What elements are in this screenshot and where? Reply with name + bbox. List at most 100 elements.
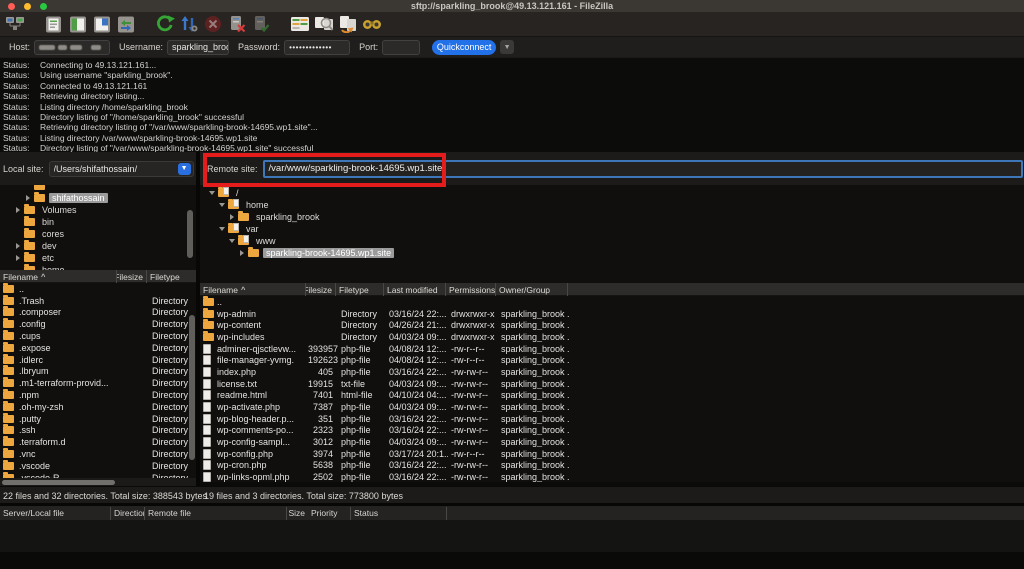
chevron-down-icon[interactable] — [207, 189, 216, 198]
scrollbar-thumb[interactable] — [2, 480, 115, 485]
chevron-right-icon[interactable] — [13, 206, 22, 215]
process-queue-icon[interactable] — [177, 14, 201, 34]
chevron-down-icon[interactable] — [227, 237, 236, 246]
file-last-modified: 03/17/24 20:1... — [386, 449, 448, 459]
file-row[interactable]: .sshDirectory — [0, 425, 196, 437]
chevron-right-icon[interactable] — [23, 194, 32, 203]
username-input[interactable]: sparkling_brook — [167, 40, 229, 55]
folder-icon — [3, 297, 14, 305]
column-header-filetype[interactable]: Filetype — [335, 283, 383, 296]
file-row[interactable]: wp-cron.php5638php-file03/16/24 22:...-r… — [200, 460, 1024, 472]
remote-site-label: Remote site: — [207, 164, 258, 174]
column-header-permissions[interactable]: Permissions — [445, 283, 495, 296]
folder-icon — [238, 213, 249, 221]
folder-icon — [3, 356, 14, 364]
tree-item[interactable]: dev — [0, 240, 196, 252]
file-row[interactable]: .terraform.dDirectory — [0, 436, 196, 448]
file-row[interactable]: wp-adminDirectory03/16/24 22:...drwxrwxr… — [200, 308, 1024, 320]
file-row[interactable]: wp-activate.php7387php-file04/03/24 09:.… — [200, 401, 1024, 413]
tree-item[interactable]: sparkling_brook — [200, 211, 1024, 223]
transfer-queue-toggle-icon[interactable] — [114, 14, 138, 34]
file-row[interactable]: .npmDirectory — [0, 389, 196, 401]
local-list-horizontal-scrollbar[interactable] — [0, 478, 196, 486]
host-redacted-value — [39, 45, 55, 50]
tree-item[interactable]: etc — [0, 252, 196, 264]
password-input[interactable]: ••••••••••••• — [284, 40, 350, 55]
file-row[interactable]: .idlercDirectory — [0, 354, 196, 366]
file-row[interactable]: wp-comments-po...2323php-file03/16/24 22… — [200, 425, 1024, 437]
tree-item[interactable]: www — [200, 235, 1024, 247]
file-row[interactable]: .lbryumDirectory — [0, 366, 196, 378]
tree-item[interactable]: cores — [0, 228, 196, 240]
local-tree-toggle-icon[interactable] — [66, 14, 90, 34]
file-row[interactable]: .TrashDirectory — [0, 295, 196, 307]
refresh-icon[interactable] — [153, 14, 177, 34]
column-header-filetype[interactable]: Filetype — [146, 270, 196, 283]
file-row[interactable]: .. — [0, 283, 196, 295]
message-log-toggle-icon[interactable] — [42, 14, 66, 34]
tree-item[interactable] — [0, 185, 196, 192]
file-row[interactable]: .composerDirectory — [0, 307, 196, 319]
chevron-right-icon[interactable] — [13, 242, 22, 251]
column-header-last-modified[interactable]: Last modified — [383, 283, 445, 296]
chevron-right-icon[interactable] — [237, 249, 246, 258]
file-row[interactable]: adminer-qjsctlevw...393957php-file04/08/… — [200, 343, 1024, 355]
column-header-filesize[interactable]: Filesize — [305, 283, 335, 296]
quickconnect-button[interactable]: Quickconnect — [432, 40, 496, 55]
quickconnect-dropdown-button[interactable]: ▼ — [500, 40, 514, 54]
file-search-binoculars-icon[interactable] — [360, 14, 384, 34]
reconnect-icon[interactable] — [249, 14, 273, 34]
file-row[interactable]: readme.html7401html-file04/10/24 04:...-… — [200, 390, 1024, 402]
chevron-right-icon[interactable] — [13, 254, 22, 263]
column-header-filename[interactable]: Filename^ — [0, 270, 116, 283]
file-row[interactable]: .configDirectory — [0, 318, 196, 330]
cancel-transfer-icon[interactable] — [201, 14, 225, 34]
file-row[interactable]: index.php405php-file03/16/24 22:...-rw-r… — [200, 366, 1024, 378]
file-row[interactable]: .vncDirectory — [0, 448, 196, 460]
file-row[interactable]: .puttyDirectory — [0, 413, 196, 425]
tree-item[interactable]: shifathossain — [0, 192, 196, 204]
tree-item[interactable]: / — [200, 187, 1024, 199]
local-site-combobox[interactable]: /Users/shifathossain/ ▼ — [49, 161, 194, 177]
chevron-down-icon[interactable] — [217, 225, 226, 234]
directory-comparison-icon[interactable] — [288, 14, 312, 34]
file-row[interactable]: license.txt19915txt-file04/03/24 09:...-… — [200, 378, 1024, 390]
remote-site-input[interactable]: /var/www/sparkling-brook-14695.wp1.site — [263, 160, 1023, 178]
chevron-down-icon[interactable]: ▼ — [178, 163, 191, 175]
file-row[interactable]: .oh-my-zshDirectory — [0, 401, 196, 413]
queue-column-server-local-file: Server/Local file — [0, 507, 110, 520]
file-row[interactable]: .cupsDirectory — [0, 330, 196, 342]
column-header-owner-group[interactable]: Owner/Group — [495, 283, 567, 296]
remote-tree-toggle-icon[interactable] — [90, 14, 114, 34]
file-row[interactable]: wp-contentDirectory04/26/24 21:...drwxrw… — [200, 319, 1024, 331]
local-list-scrollbar-thumb[interactable] — [189, 315, 195, 460]
chevron-down-icon[interactable] — [217, 201, 226, 210]
host-input[interactable] — [34, 40, 110, 55]
file-row[interactable]: .m1-terraform-provid...Directory — [0, 377, 196, 389]
file-row[interactable]: wp-includesDirectory04/03/24 09:...drwxr… — [200, 331, 1024, 343]
file-row[interactable]: wp-blog-header.p...351php-file03/16/24 2… — [200, 413, 1024, 425]
site-manager-icon[interactable] — [3, 14, 27, 34]
file-row[interactable]: wp-config.php3974php-file03/17/24 20:1..… — [200, 448, 1024, 460]
chevron-right-icon[interactable] — [227, 213, 236, 222]
tree-item[interactable]: bin — [0, 216, 196, 228]
tree-item[interactable]: sparkling-brook-14695.wp1.site — [200, 247, 1024, 259]
tree-item[interactable]: var — [200, 223, 1024, 235]
status-log-line: Status:Listing directory /var/www/sparkl… — [0, 133, 1024, 143]
port-input[interactable] — [382, 40, 420, 55]
file-row[interactable]: .vscodeDirectory — [0, 460, 196, 472]
file-row[interactable]: file-manager-yvmg.192623php-file04/08/24… — [200, 354, 1024, 366]
find-files-icon[interactable] — [336, 14, 360, 34]
disconnect-icon[interactable] — [225, 14, 249, 34]
tree-item[interactable]: home — [200, 199, 1024, 211]
synchronized-browsing-icon[interactable] — [312, 14, 336, 34]
column-header-filename[interactable]: Filename^ — [200, 283, 305, 296]
column-header-filesize[interactable]: Filesize — [116, 270, 146, 283]
file-row[interactable]: wp-links-opml.php2502php-file03/16/24 22… — [200, 471, 1024, 482]
tree-item[interactable]: Volumes — [0, 204, 196, 216]
file-row[interactable]: .. — [200, 296, 1024, 308]
folder-icon — [3, 308, 14, 316]
local-tree-scrollbar-thumb[interactable] — [187, 210, 193, 258]
file-row[interactable]: .exposeDirectory — [0, 342, 196, 354]
file-row[interactable]: wp-config-sampl...3012php-file04/03/24 0… — [200, 436, 1024, 448]
